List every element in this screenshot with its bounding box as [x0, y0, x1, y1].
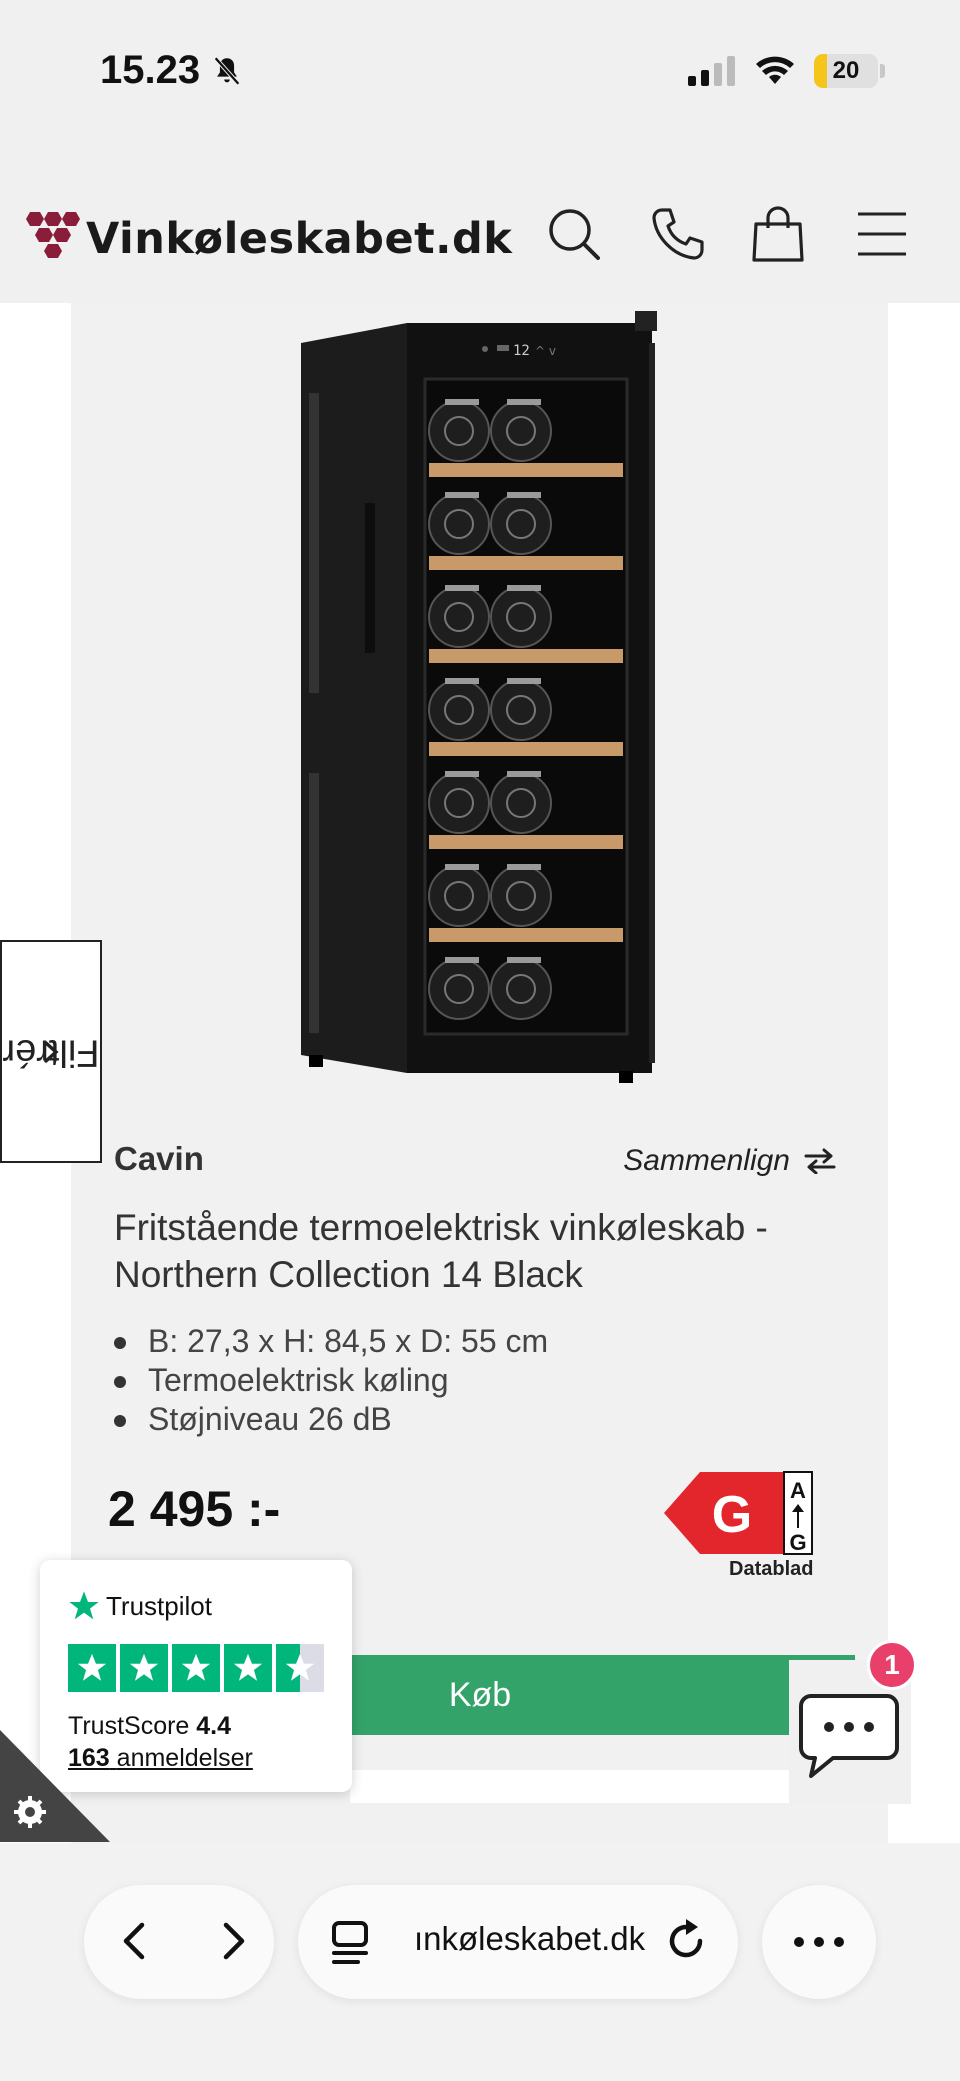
- star-icon: [68, 1644, 116, 1692]
- content-strip: [350, 1770, 790, 1803]
- grape-logo-icon[interactable]: [24, 206, 80, 262]
- more-options-icon[interactable]: [790, 1927, 848, 1957]
- chat-notification-badge: 1: [867, 1640, 917, 1690]
- feature-item: B: 27,3 x H: 84,5 x D: 55 cm: [113, 1323, 549, 1359]
- feature-list: B: 27,3 x H: 84,5 x D: 55 cm Termoelektr…: [113, 1322, 549, 1439]
- search-icon[interactable]: [544, 204, 604, 264]
- battery-nub: [880, 64, 885, 78]
- star-icon: [120, 1644, 168, 1692]
- shopping-bag-icon[interactable]: [748, 204, 808, 264]
- feature-item: Støjniveau 26 dB: [113, 1400, 548, 1439]
- phone-icon[interactable]: [648, 204, 708, 264]
- compare-label: Sammenlign: [623, 1144, 790, 1177]
- product-price: 2 495 :-: [108, 1481, 281, 1537]
- cellular-signal-icon: [688, 56, 735, 86]
- star-icon: [224, 1644, 272, 1692]
- back-icon[interactable]: [108, 1913, 164, 1969]
- trustpilot-brand: Trustpilot: [68, 1590, 212, 1622]
- datasheet-link[interactable]: Datablad: [729, 1558, 813, 1581]
- menu-icon[interactable]: [852, 204, 912, 264]
- forward-icon[interactable]: [204, 1913, 260, 1969]
- chevron-up-icon: [44, 1040, 59, 1063]
- status-bar: 15.23 20: [0, 0, 960, 140]
- swap-arrows-icon: [804, 1148, 836, 1174]
- svg-text:G: G: [789, 1530, 806, 1555]
- site-logo-text[interactable]: Vinkøleskabet.dk: [86, 214, 512, 264]
- reload-icon[interactable]: [660, 1915, 712, 1967]
- svg-text:A: A: [790, 1478, 806, 1503]
- tabs-icon[interactable]: [328, 1917, 374, 1967]
- product-title[interactable]: Fritstående termoelektrisk vinkøleskab -…: [114, 1204, 854, 1298]
- energy-label-icon[interactable]: G A G: [664, 1470, 814, 1556]
- compare-link[interactable]: Sammenlign: [623, 1144, 836, 1178]
- bell-muted-icon: [214, 56, 240, 86]
- url-text[interactable]: ınkøleskabet.dk: [414, 1920, 645, 1958]
- svg-text:^ v: ^ v: [535, 344, 556, 358]
- energy-class: G: [712, 1486, 752, 1544]
- product-brand[interactable]: Cavin: [114, 1140, 204, 1178]
- status-time: 15.23: [100, 48, 201, 92]
- temperature-display: 12: [513, 343, 530, 359]
- buy-button[interactable]: Køb: [330, 1655, 855, 1735]
- battery-icon: 20: [814, 54, 878, 88]
- product-image[interactable]: 12 ^ v: [297, 303, 677, 1083]
- trustpilot-rating-stars: [68, 1644, 324, 1692]
- trustpilot-star-icon: [69, 1591, 99, 1620]
- cookie-settings-icon[interactable]: [0, 1730, 110, 1842]
- site-header: Vinkøleskabet.dk: [0, 140, 960, 303]
- feature-item: Termoelektrisk køling: [113, 1361, 548, 1400]
- filter-tab[interactable]: Filtrér: [0, 940, 102, 1163]
- star-half-icon: [276, 1644, 324, 1692]
- wifi-icon: [756, 56, 794, 84]
- star-icon: [172, 1644, 220, 1692]
- browser-toolbar: ınkøleskabet.dk: [0, 1843, 960, 2081]
